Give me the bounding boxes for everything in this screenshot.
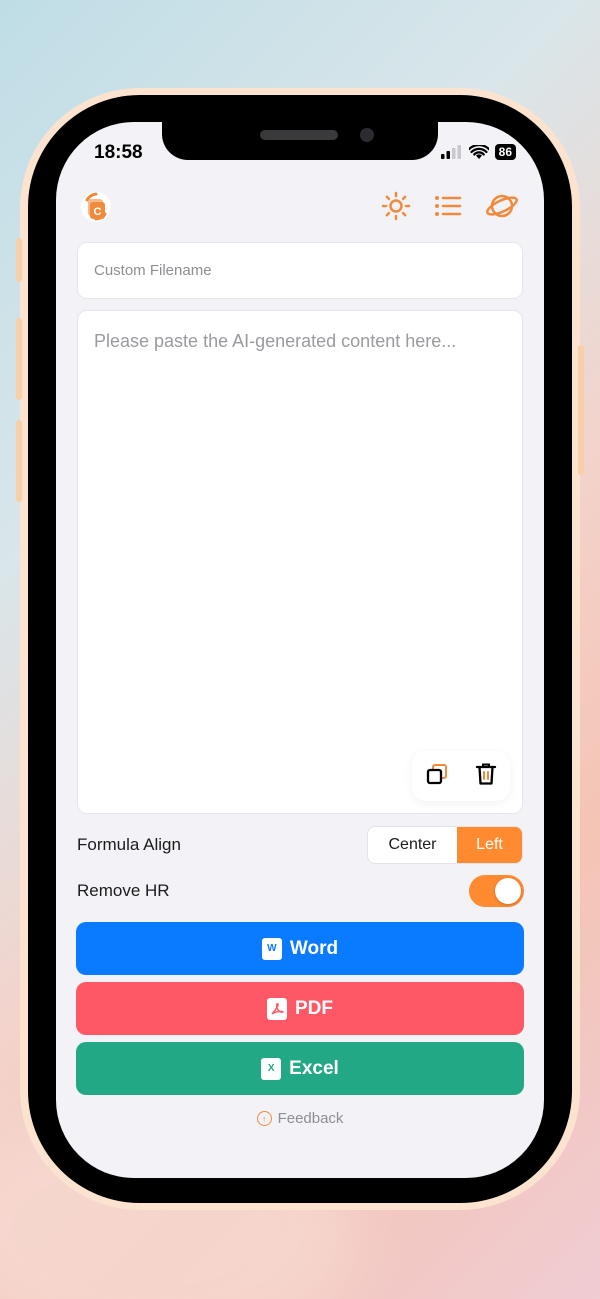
front-camera <box>360 128 374 142</box>
feedback-icon: ↑ <box>256 1111 272 1126</box>
export-word-button[interactable]: W Word <box>76 922 524 975</box>
battery-indicator: 86 <box>494 144 516 160</box>
pdf-file-icon <box>267 997 287 1020</box>
phone-power-button <box>578 345 584 475</box>
clear-button[interactable] <box>475 762 497 791</box>
excel-button-label: Excel <box>289 1057 339 1079</box>
status-indicators: 86 <box>440 144 516 160</box>
pdf-button-label: PDF <box>295 997 333 1019</box>
content-textarea[interactable] <box>78 311 522 813</box>
notch <box>162 122 438 160</box>
copy-icon <box>426 763 447 784</box>
feedback-link[interactable]: ↑ Feedback <box>56 1110 544 1127</box>
sun-icon[interactable] <box>376 186 416 226</box>
formula-align-center[interactable]: Center <box>368 827 457 863</box>
excel-file-icon: X <box>261 1057 282 1080</box>
trash-icon <box>475 763 496 785</box>
wifi-icon <box>468 144 489 159</box>
filename-input[interactable] <box>78 243 522 298</box>
phone-volume-down <box>16 420 22 502</box>
word-file-icon: W <box>261 937 282 960</box>
list-icon[interactable] <box>428 186 468 226</box>
status-time: 18:58 <box>94 142 143 163</box>
word-button-label: Word <box>289 937 339 959</box>
speaker <box>260 130 338 140</box>
toggle-knob <box>495 878 521 904</box>
content-tools <box>412 751 510 801</box>
filename-field-card <box>77 242 523 299</box>
phone-side-button <box>16 238 22 282</box>
phone-volume-up <box>16 318 22 400</box>
feedback-label: Feedback <box>277 1110 344 1127</box>
planet-icon[interactable] <box>482 186 522 226</box>
signal-icon <box>440 145 461 159</box>
export-excel-button[interactable]: X Excel <box>76 1042 524 1095</box>
formula-align-left[interactable]: Left <box>457 827 522 863</box>
svg-text:C: C <box>94 206 102 218</box>
app-screen: 18:58 86 C Custom Filename Please paste … <box>56 122 544 1178</box>
remove-hr-toggle[interactable] <box>469 875 524 907</box>
content-field-card <box>77 310 523 814</box>
app-logo-icon[interactable]: C <box>76 186 116 226</box>
export-pdf-button[interactable]: PDF <box>76 982 524 1035</box>
formula-align-label: Formula Align <box>77 835 181 854</box>
remove-hr-label: Remove HR <box>77 881 170 900</box>
copy-button[interactable] <box>426 763 448 790</box>
formula-align-segmented: Center Left <box>367 826 523 864</box>
